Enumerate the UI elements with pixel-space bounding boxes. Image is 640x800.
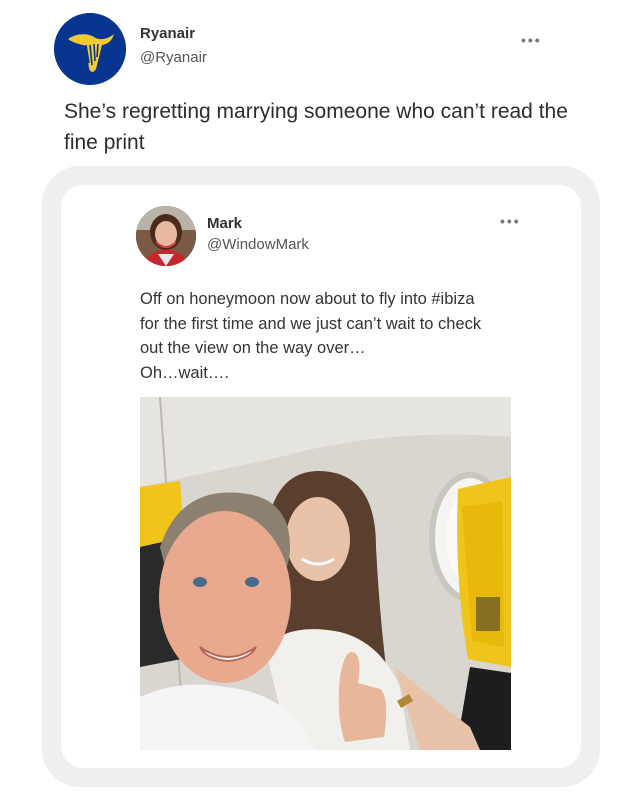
quoted-author-handle[interactable]: @WindowMark [207, 236, 309, 253]
ryanair-harp-logo-icon [54, 13, 126, 85]
quoted-author-avatar[interactable] [136, 206, 196, 266]
selfie-photo[interactable] [140, 397, 511, 750]
person-avatar-icon [136, 206, 196, 266]
airplane-selfie-image [140, 397, 511, 750]
ryanair-avatar[interactable] [54, 13, 126, 85]
quoted-tweet-text: Off on honeymoon now about to fly into #… [140, 287, 540, 385]
author-handle[interactable]: @Ryanair [140, 49, 207, 66]
more-options-icon[interactable]: ••• [521, 32, 542, 48]
tweet-text: She’s regretting marrying someone who ca… [64, 100, 568, 154]
quoted-text-line: out the view on the way over… [140, 339, 366, 357]
author-name[interactable]: Ryanair [140, 25, 195, 42]
quoted-more-options-icon[interactable]: ••• [500, 213, 521, 229]
quoted-text-line: Off on honeymoon now about to fly into #… [140, 290, 475, 308]
quoted-text-line: for the first time and we just can’t wai… [140, 314, 482, 333]
quoted-text-line: Oh…wait…. [140, 363, 229, 382]
quoted-author-name[interactable]: Mark [207, 215, 242, 232]
